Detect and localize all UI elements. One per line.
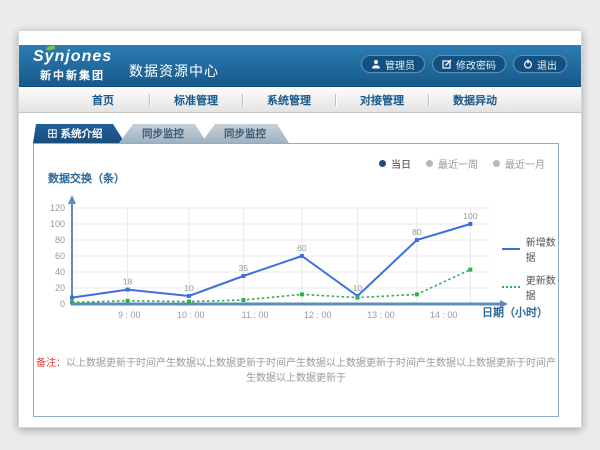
radio-dot-icon	[426, 160, 433, 167]
footnote: 备注：以上数据更新于时间产生数据以上数据更新于时间产生数据以上数据更新于时间产生…	[34, 354, 558, 384]
svg-text:80: 80	[412, 227, 422, 237]
svg-text:120: 120	[50, 203, 65, 213]
logout-button[interactable]: 退出	[513, 55, 567, 73]
svg-text:10: 10	[353, 283, 363, 293]
filter-option-today[interactable]: 当日	[379, 156, 411, 171]
tab-label: 同步监控	[224, 126, 266, 141]
filter-option-last-month[interactable]: 最近一月	[493, 156, 545, 171]
svg-text:10: 10	[184, 283, 194, 293]
tab-bar: 系统介绍 同步监控 同步监控	[33, 124, 581, 143]
legend-label: 更新数据	[526, 272, 558, 302]
legend-item-updated-data[interactable]: 更新数据	[502, 272, 558, 302]
radio-dot-icon	[493, 160, 500, 167]
svg-text:11 : 00: 11 : 00	[242, 310, 269, 320]
nav-item-data-change[interactable]: 数据异动	[429, 92, 521, 108]
tab-sync-monitor-1[interactable]: 同步监控	[119, 124, 207, 143]
blue-line-swatch-icon	[502, 248, 520, 250]
edit-icon	[442, 59, 452, 69]
svg-text:80: 80	[55, 235, 65, 245]
svg-text:13 : 00: 13 : 00	[367, 310, 395, 320]
nav-item-system-mgmt[interactable]: 系统管理	[243, 92, 335, 108]
filter-label: 最近一月	[505, 156, 545, 171]
x-axis-label: 日期（小时）	[482, 304, 548, 320]
change-password-button[interactable]: 修改密码	[432, 55, 506, 73]
logo-chinese-name: 新中新集团	[33, 67, 112, 83]
svg-text:100: 100	[50, 219, 65, 229]
admin-user-button[interactable]: 管理员	[361, 55, 425, 73]
svg-text:14 : 00: 14 : 00	[430, 310, 458, 320]
svg-text:100: 100	[463, 211, 477, 221]
grid-icon	[48, 129, 57, 138]
svg-text:12 : 00: 12 : 00	[304, 310, 332, 320]
filter-label: 当日	[391, 156, 411, 171]
filter-option-last-week[interactable]: 最近一周	[426, 156, 478, 171]
app-window: Synjones 新中新集团 数据资源中心 管理员 修改密码	[18, 30, 582, 428]
svg-text:18: 18	[123, 277, 133, 287]
company-logo: Synjones 新中新集团	[33, 48, 112, 83]
user-icon	[371, 59, 381, 69]
svg-text:40: 40	[55, 267, 65, 277]
logo-wordmark: Synjones	[33, 48, 112, 66]
green-dotted-swatch-icon	[502, 286, 520, 288]
svg-text:10 : 00: 10 : 00	[177, 310, 205, 320]
nav-item-standard-mgmt[interactable]: 标准管理	[150, 92, 242, 108]
page-title: 数据资源中心	[129, 61, 219, 81]
chart-panel: 当日 最近一周 最近一月 数据交换（条） 0 20 40 60 80 100 120 9 : …	[33, 143, 559, 417]
power-icon	[523, 59, 533, 69]
admin-user-label: 管理员	[385, 57, 415, 72]
tab-label: 系统介绍	[61, 126, 103, 141]
main-nav: 首页 标准管理 系统管理 对接管理 数据异动	[19, 87, 581, 113]
footnote-text: 以上数据更新于时间产生数据以上数据更新于时间产生数据以上数据更新于时间产生数据以…	[66, 358, 556, 384]
svg-text:9 : 00: 9 : 00	[118, 310, 141, 320]
tab-system-intro[interactable]: 系统介绍	[33, 124, 125, 143]
legend-item-new-data[interactable]: 新增数据	[502, 234, 558, 264]
nav-item-home[interactable]: 首页	[57, 92, 149, 108]
tab-sync-monitor-2[interactable]: 同步监控	[201, 124, 289, 143]
svg-text:35: 35	[239, 263, 249, 273]
nav-item-interface-mgmt[interactable]: 对接管理	[336, 92, 428, 108]
svg-text:0: 0	[60, 299, 65, 309]
time-range-filter: 当日 最近一周 最近一月	[379, 156, 545, 171]
series-legend: 新增数据 更新数据	[502, 234, 558, 302]
filter-label: 最近一周	[438, 156, 478, 171]
logout-label: 退出	[537, 57, 557, 72]
svg-text:60: 60	[297, 243, 307, 253]
change-password-label: 修改密码	[456, 57, 496, 72]
window-top-strip	[19, 31, 581, 45]
legend-label: 新增数据	[526, 234, 558, 264]
line-chart[interactable]: 0 20 40 60 80 100 120 9 : 00 10 : 00 11 : 00 12 : …	[40, 192, 556, 342]
svg-text:20: 20	[55, 283, 65, 293]
footnote-prefix: 备注：	[36, 358, 66, 369]
app-header: Synjones 新中新集团 数据资源中心 管理员 修改密码	[19, 45, 581, 87]
tab-label: 同步监控	[142, 126, 184, 141]
header-actions: 管理员 修改密码 退出	[361, 55, 567, 73]
radio-dot-icon	[379, 160, 386, 167]
y-axis-label: 数据交换（条）	[48, 170, 125, 186]
svg-text:60: 60	[55, 251, 65, 261]
